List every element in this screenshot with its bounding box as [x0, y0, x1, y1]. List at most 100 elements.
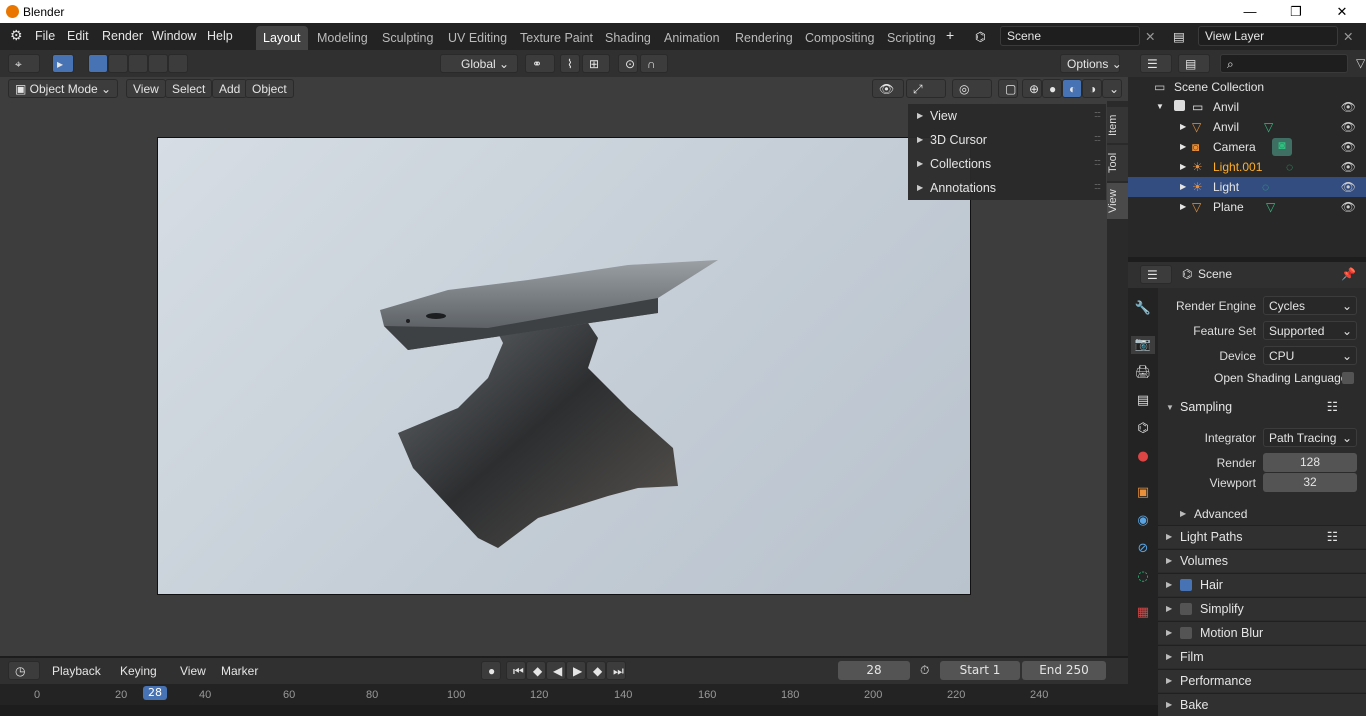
volumes-section[interactable]: ▶ Volumes	[1158, 549, 1366, 572]
menu-playback[interactable]: Playback	[52, 664, 101, 678]
outliner-editor-type-icon[interactable]: ☰	[1140, 54, 1172, 73]
simplify-checkbox[interactable]	[1180, 603, 1192, 615]
select-intersect-icon[interactable]	[168, 54, 188, 73]
prev-keyframe-icon[interactable]: ◆	[526, 661, 546, 680]
select-tool-icon[interactable]: ▸	[52, 54, 74, 73]
tab-view[interactable]: View	[1107, 183, 1128, 219]
menu-timeline-view[interactable]: View	[180, 664, 206, 678]
tab-animation[interactable]: Animation	[657, 26, 727, 50]
close-button[interactable]: ✕	[1319, 0, 1365, 23]
view-layer-icon[interactable]: ▤	[1173, 29, 1185, 44]
add-workspace-icon[interactable]: +	[946, 27, 954, 43]
current-frame-field[interactable]: 28	[838, 661, 910, 680]
shading-options-icon[interactable]: ⌄	[1102, 79, 1122, 98]
menu-marker[interactable]: Marker	[221, 664, 258, 678]
menu-window[interactable]: Window	[152, 29, 196, 43]
maximize-button[interactable]: ❐	[1273, 0, 1319, 23]
menu-edit[interactable]: Edit	[67, 29, 89, 43]
presets-icon[interactable]: ☷	[1327, 399, 1338, 414]
motion-blur-section[interactable]: ▶ Motion Blur	[1158, 621, 1366, 644]
checkbox-icon[interactable]	[1174, 100, 1185, 111]
end-frame-field[interactable]: End 250	[1022, 661, 1106, 680]
object-mode-dropdown[interactable]: ▣ Object Mode ⌄	[8, 79, 118, 98]
viewport-samples-field[interactable]: 32	[1263, 473, 1357, 492]
record-icon[interactable]: ●	[481, 661, 501, 680]
eye-icon[interactable]: 👁	[1341, 100, 1356, 114]
next-keyframe-icon[interactable]: ◆	[586, 661, 606, 680]
filter-icon[interactable]: ▽	[1356, 56, 1365, 70]
play-reverse-icon[interactable]: ◀	[546, 661, 566, 680]
3d-viewport[interactable]: ▶ View:::: ▶ 3D Cursor:::: ▶ Collections:::…	[0, 101, 1107, 656]
pin-icon[interactable]: 📌	[1341, 267, 1356, 281]
panel-annotations[interactable]: ▶ Annotations::::	[908, 176, 1106, 200]
snap-toggle-icon[interactable]: ⌇	[560, 54, 580, 73]
editor-type-icon[interactable]: ⌖	[8, 54, 40, 73]
outliner-item-anvil[interactable]: ▶ ▽ Anvil ▽ 👁	[1128, 117, 1366, 137]
hair-section[interactable]: ▶ Hair	[1158, 573, 1366, 596]
properties-editor-type-icon[interactable]: ☰	[1140, 265, 1172, 284]
menu-select[interactable]: Select	[165, 79, 213, 98]
outliner-search-input[interactable]: ⌕	[1220, 54, 1348, 73]
presets-icon[interactable]: ☷	[1327, 529, 1338, 544]
render-samples-field[interactable]: 128	[1263, 453, 1357, 472]
proportional-falloff-icon[interactable]: ∩	[640, 54, 668, 73]
tab-modeling[interactable]: Modeling	[310, 26, 375, 50]
object-tab-icon[interactable]: ▣	[1134, 484, 1152, 502]
hair-checkbox[interactable]	[1180, 579, 1192, 591]
light-paths-section[interactable]: ▶ Light Paths ☷	[1158, 525, 1366, 548]
tab-uv-editing[interactable]: UV Editing	[441, 26, 514, 50]
tab-shading[interactable]: Shading	[598, 26, 658, 50]
osl-checkbox[interactable]	[1342, 372, 1354, 384]
scene-remove-icon[interactable]: ✕	[1145, 29, 1155, 44]
render-tab-icon[interactable]: 📷	[1131, 336, 1155, 354]
menu-file[interactable]: File	[35, 29, 55, 43]
menu-help[interactable]: Help	[207, 29, 233, 43]
play-icon[interactable]: ▶	[566, 661, 586, 680]
tool-tab-icon[interactable]: 🔧	[1134, 300, 1152, 318]
material-shading-icon[interactable]: ◐	[1062, 79, 1082, 98]
playhead-frame-indicator[interactable]: 28	[143, 686, 167, 700]
scene-tab-icon[interactable]: ⌬	[1134, 420, 1152, 438]
stopwatch-icon[interactable]: ⏱	[920, 663, 929, 678]
select-invert-icon[interactable]	[148, 54, 168, 73]
menu-render[interactable]: Render	[102, 29, 143, 43]
options-dropdown[interactable]: Options ⌄	[1060, 54, 1122, 73]
select-subtract-icon[interactable]	[128, 54, 148, 73]
outliner-item-light[interactable]: ▶ ☀ Light ◌ 👁	[1128, 177, 1366, 197]
motion-blur-checkbox[interactable]	[1180, 627, 1192, 639]
sampling-section[interactable]: ▼ Sampling ☷	[1158, 396, 1366, 419]
modifier-tab-icon[interactable]: ◉	[1134, 512, 1152, 530]
film-section[interactable]: ▶ Film	[1158, 645, 1366, 668]
view-layer-field[interactable]: View Layer	[1198, 26, 1338, 46]
timeline-ruler[interactable]: 0 20 40 60 80 100 120 140 160 180 200 22…	[0, 684, 1128, 705]
solid-shading-icon[interactable]: ●	[1042, 79, 1062, 98]
menu-object[interactable]: Object	[245, 79, 294, 98]
menu-add[interactable]: Add	[212, 79, 248, 98]
jump-end-icon[interactable]: ⏭	[606, 661, 626, 680]
tab-item[interactable]: Item	[1107, 107, 1128, 143]
overlays-icon[interactable]: ◎	[952, 79, 992, 98]
world-tab-icon[interactable]: ●	[1134, 448, 1152, 466]
eye-icon[interactable]: 👁	[1341, 160, 1356, 174]
view-layer-remove-icon[interactable]: ✕	[1343, 29, 1353, 44]
wireframe-shading-icon[interactable]: ⊕	[1022, 79, 1042, 98]
blender-menu-icon[interactable]: ⚙	[10, 27, 23, 44]
tab-layout[interactable]: Layout	[256, 26, 308, 50]
menu-view[interactable]: View	[126, 79, 166, 98]
eye-icon[interactable]: 👁	[1341, 200, 1356, 214]
snap-target-icon[interactable]: ⊞	[582, 54, 610, 73]
outliner-scene-collection[interactable]: ▭ Scene Collection	[1128, 77, 1366, 97]
integrator-dropdown[interactable]: Path Tracing ⌄	[1263, 428, 1357, 447]
outliner-item-plane[interactable]: ▶ ▽ Plane ▽ 👁	[1128, 197, 1366, 217]
eye-icon[interactable]: 👁	[1341, 140, 1356, 154]
select-new-icon[interactable]	[88, 54, 108, 73]
tab-texture-paint[interactable]: Texture Paint	[513, 26, 600, 50]
tab-compositing[interactable]: Compositing	[798, 26, 881, 50]
outliner-item-camera[interactable]: ▶ ◙ Camera ◙ 👁	[1128, 137, 1366, 157]
eye-icon[interactable]: 👁	[1341, 120, 1356, 134]
advanced-subpanel[interactable]: ▶ Advanced	[1158, 503, 1366, 525]
simplify-section[interactable]: ▶ Simplify	[1158, 597, 1366, 620]
view-layer-tab-icon[interactable]: ▤	[1134, 392, 1152, 410]
panel-view[interactable]: ▶ View::::	[908, 104, 1106, 128]
transform-orientation-dropdown[interactable]: Global ⌄	[440, 54, 518, 73]
